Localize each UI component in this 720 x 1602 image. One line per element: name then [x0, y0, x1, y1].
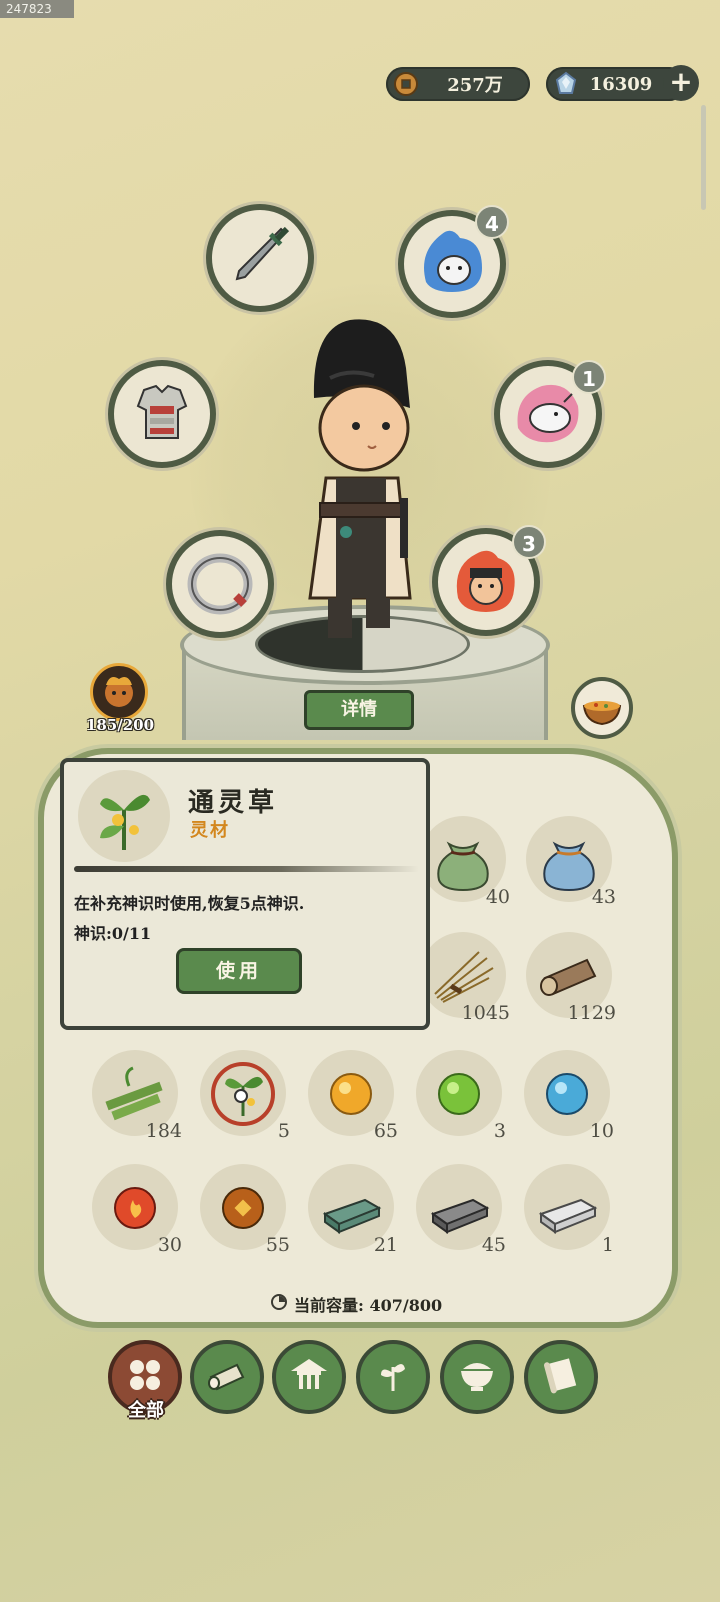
- item-count: 3: [493, 1120, 506, 1142]
- build-id: 247823: [0, 0, 74, 18]
- inventory-item-log[interactable]: 1129: [522, 928, 616, 1024]
- iron-ingot-icon: [423, 1170, 495, 1242]
- tooltip-divider: [74, 866, 419, 872]
- gold-orb-icon: [315, 1056, 387, 1128]
- herb-icon: [371, 1353, 415, 1401]
- spirit-herb-icon: [78, 770, 170, 862]
- ring-icon: [182, 544, 258, 624]
- bamboo-icon: [99, 1056, 171, 1128]
- log-icon: [533, 938, 605, 1010]
- inventory-item-green-orb[interactable]: 3: [412, 1046, 506, 1142]
- weapon-slot[interactable]: [206, 204, 314, 312]
- details-button[interactable]: 详情: [304, 690, 414, 730]
- coin-counter: 257万: [386, 67, 530, 101]
- item-count: 1: [601, 1234, 614, 1256]
- item-count: 5: [277, 1120, 290, 1142]
- earth-orb-icon: [207, 1170, 279, 1242]
- inventory-item-blue-bag[interactable]: 43: [522, 812, 616, 908]
- tab-food[interactable]: [440, 1340, 514, 1414]
- item-count: 1045: [461, 1002, 510, 1024]
- inventory-item-green-bag[interactable]: 40: [416, 812, 510, 908]
- ring-slot[interactable]: [166, 530, 274, 638]
- inventory-item-gold-orb[interactable]: 65: [304, 1046, 398, 1142]
- inventory-item-earth-orb[interactable]: 55: [196, 1160, 290, 1256]
- item-count: 55: [265, 1234, 290, 1256]
- blue-pouch-icon: [533, 822, 605, 894]
- item-count: 65: [373, 1120, 398, 1142]
- item-count: 30: [157, 1234, 182, 1256]
- green-pouch-icon: [427, 822, 499, 894]
- item-count: 43: [591, 886, 616, 908]
- capacity-icon: [270, 1293, 288, 1315]
- inventory-item-blue-orb[interactable]: 10: [520, 1046, 614, 1142]
- spirit-pink-badge: 1: [572, 360, 606, 394]
- capacity-label: 当前容量: 407/800: [294, 1296, 443, 1315]
- inventory-item-jade-ingot[interactable]: 21: [304, 1160, 398, 1256]
- tab-herbs[interactable]: [356, 1340, 430, 1414]
- stamina-value: 185/200: [85, 716, 155, 734]
- coin-value: 257万: [447, 75, 503, 96]
- inventory-item-fire-orb[interactable]: 30: [88, 1160, 182, 1256]
- inventory-item-bamboo[interactable]: 184: [88, 1046, 182, 1142]
- item-type: 灵材: [190, 820, 230, 841]
- copper-coin-icon: [392, 70, 420, 98]
- item-name: 通灵草: [188, 788, 279, 818]
- item-count: 45: [481, 1234, 506, 1256]
- scroll-icon: [539, 1353, 583, 1401]
- armor-slot[interactable]: [108, 360, 216, 468]
- spirit-blue-badge: 4: [475, 205, 509, 239]
- green-orb-icon: [423, 1056, 495, 1128]
- item-sense-status: 神识:0/11: [74, 924, 152, 943]
- inventory-item-silver-ingot[interactable]: 1: [520, 1160, 614, 1256]
- silver-ingot-icon: [531, 1170, 603, 1242]
- spirit-jade-icon: [552, 70, 580, 98]
- scroll-indicator: [701, 105, 706, 210]
- rice-bowl-icon: [455, 1353, 499, 1401]
- use-item-button[interactable]: 使用: [176, 948, 302, 994]
- jade-ingot-icon: [315, 1170, 387, 1242]
- inventory-item-straw[interactable]: 1045: [416, 928, 510, 1024]
- sword-icon: [225, 221, 295, 295]
- inventory-item-iron-ingot[interactable]: 45: [412, 1160, 506, 1256]
- item-count: 1129: [567, 1002, 616, 1024]
- fire-orb-icon: [99, 1170, 171, 1242]
- straw-icon: [427, 938, 499, 1010]
- add-jade-button[interactable]: +: [663, 65, 699, 101]
- four-dots-icon: [125, 1355, 165, 1399]
- spirit-red-badge: 3: [512, 525, 546, 559]
- jade-value: 16309: [589, 73, 653, 95]
- tab-buildings[interactable]: [272, 1340, 346, 1414]
- blue-orb-icon: [531, 1056, 603, 1128]
- pavilion-icon: [287, 1353, 331, 1401]
- tab-scrolls[interactable]: [524, 1340, 598, 1414]
- capacity-indicator: 当前容量: 407/800: [270, 1292, 442, 1316]
- tab-materials[interactable]: [190, 1340, 264, 1414]
- food-bowl-icon[interactable]: [571, 677, 633, 739]
- character-avatar[interactable]: [290, 298, 430, 648]
- item-count: 10: [589, 1120, 614, 1142]
- inventory-item-spirit-herb[interactable]: 5: [196, 1046, 290, 1142]
- stamina-face-icon[interactable]: [90, 663, 148, 721]
- item-count: 184: [145, 1120, 182, 1142]
- item-count: 21: [373, 1234, 398, 1256]
- item-count: 40: [485, 886, 510, 908]
- armor-icon: [126, 376, 198, 452]
- red-general-spirit-icon: [446, 540, 526, 624]
- tab-all-label: 全部: [128, 1400, 164, 1421]
- item-description: 在补充神识时使用,恢复5点神识.: [74, 894, 305, 913]
- spirit-herb-icon: [207, 1056, 279, 1128]
- log-icon: [205, 1353, 249, 1401]
